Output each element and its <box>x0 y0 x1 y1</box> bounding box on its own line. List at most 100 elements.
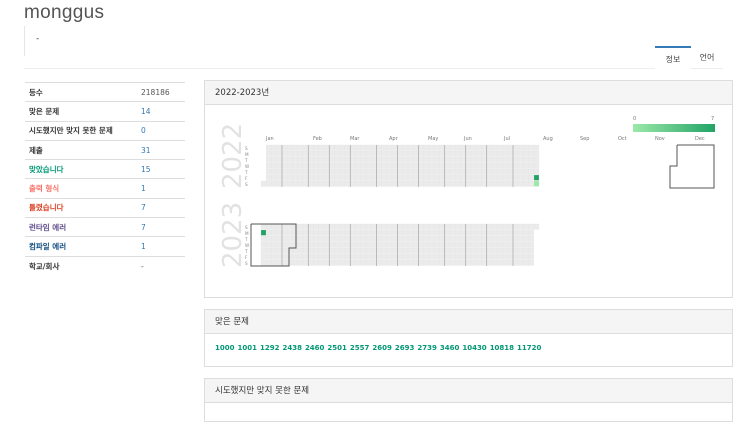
heatmap-day-cell <box>297 144 303 151</box>
heatmap-day-cell <box>423 241 429 248</box>
heatmap-day-cell <box>444 150 450 157</box>
heatmap-day-cell <box>512 235 519 242</box>
heatmap-day-cell <box>491 156 498 163</box>
heatmap-day-cell <box>507 229 513 236</box>
heatmap-day-cell <box>313 259 319 266</box>
heatmap-day-cell <box>460 162 466 169</box>
stats-value[interactable]: 1 <box>137 178 185 199</box>
heatmap-day-cell <box>413 180 419 187</box>
heatmap-day-cell <box>528 247 534 254</box>
heatmap-day-cell <box>449 174 456 181</box>
problem-link[interactable]: 11720 <box>517 344 541 352</box>
heatmap-day-cell <box>523 241 529 248</box>
heatmap-day-cell <box>460 150 466 157</box>
heatmap-day-cell <box>455 156 461 163</box>
problem-link[interactable]: 2693 <box>395 344 414 352</box>
heatmap-day-cell <box>266 162 272 169</box>
heatmap-day-cell <box>318 156 324 163</box>
heatmap-day-cell <box>281 235 288 242</box>
heatmap-day-cell <box>318 223 324 230</box>
problem-link[interactable]: 1001 <box>237 344 256 352</box>
heatmap-day-cell <box>470 156 477 163</box>
heatmap-day-cell <box>418 235 424 242</box>
heatmap-day-cell <box>444 259 450 266</box>
heatmap-day-cell <box>313 156 319 163</box>
heatmap-day-cell <box>292 150 298 157</box>
heatmap-day-cell <box>423 168 429 175</box>
heatmap-day-cell <box>402 229 408 236</box>
stats-value[interactable]: 7 <box>137 217 185 237</box>
heatmap-day-cell <box>386 144 393 151</box>
problem-link[interactable]: 1000 <box>215 344 234 352</box>
heatmap-day-cell <box>523 150 529 157</box>
heatmap-day-cell <box>266 168 272 175</box>
heatmap-day-cell <box>323 168 330 175</box>
stats-key: 맞았습니다 <box>25 159 137 179</box>
heatmap-weekday-label: S <box>245 225 248 230</box>
stats-value[interactable]: 7 <box>137 197 185 218</box>
heatmap-day-cell <box>528 156 534 163</box>
heatmap-day-cell <box>287 174 293 181</box>
problem-link[interactable]: 10818 <box>490 344 514 352</box>
heatmap-day-cell <box>497 259 503 266</box>
problem-link[interactable]: 3460 <box>440 344 459 352</box>
problem-link[interactable]: 2609 <box>372 344 391 352</box>
heatmap-day-cell <box>323 223 330 230</box>
heatmap-day-cell <box>339 168 345 175</box>
heatmap-day-cell <box>350 259 356 266</box>
heatmap-day-cell <box>334 150 340 157</box>
heatmap-day-cell <box>276 174 282 181</box>
heatmap-day-cell <box>476 150 482 157</box>
tab-info[interactable]: 정보 <box>655 46 691 69</box>
heatmap-day-cell <box>350 241 356 248</box>
heatmap-day-cell <box>334 259 340 266</box>
problem-link[interactable]: 10430 <box>462 344 486 352</box>
heatmap-day-cell <box>392 150 398 157</box>
heatmap-month-label: Jul <box>503 136 510 142</box>
heatmap-day-cell <box>423 150 429 157</box>
stats-value[interactable]: 0 <box>137 120 185 141</box>
problem-link[interactable]: 1292 <box>260 344 279 352</box>
heatmap-day-cell <box>313 253 319 260</box>
heatmap-day-cell <box>465 168 471 175</box>
heatmap-day-cell <box>439 223 445 230</box>
heatmap-day-cell <box>329 162 335 169</box>
heatmap-day-cell <box>344 162 351 169</box>
stats-row: 맞은 문제 14 <box>25 101 185 122</box>
heatmap-day-cell <box>413 144 419 151</box>
heatmap-day-cell <box>491 162 498 169</box>
heatmap-day-cell <box>323 253 330 260</box>
stats-value[interactable]: 14 <box>137 101 185 122</box>
problem-link[interactable]: 2460 <box>305 344 324 352</box>
heatmap-day-cell <box>350 223 356 230</box>
problem-link[interactable]: 2739 <box>417 344 436 352</box>
problem-link[interactable]: 2438 <box>282 344 301 352</box>
heatmap-day-cell <box>313 144 319 151</box>
heatmap-day-cell <box>455 247 461 254</box>
heatmap-day-cell <box>355 144 361 151</box>
problem-link[interactable]: 2557 <box>350 344 369 352</box>
heatmap-day-cell <box>313 150 319 157</box>
problem-link[interactable]: 2501 <box>327 344 346 352</box>
status-message-text: - <box>36 34 40 44</box>
failed-panel: 시도했지만 맞지 못한 문제 <box>204 378 733 422</box>
heatmap-day-cell <box>281 162 288 169</box>
tab-language[interactable]: 언어 <box>691 46 723 69</box>
heatmap-day-cell <box>465 144 471 151</box>
heatmap-day-cell <box>292 229 298 236</box>
heatmap-day-cell <box>302 174 309 181</box>
heatmap-day-cell <box>491 235 498 242</box>
stats-value[interactable]: 15 <box>137 159 185 179</box>
heatmap-day-cell <box>276 253 282 260</box>
heatmap-day-cell <box>497 168 503 175</box>
heatmap-day-cell <box>308 229 314 236</box>
heatmap-day-cell <box>355 223 361 230</box>
stats-value[interactable]: 31 <box>137 139 185 160</box>
heatmap-day-cell <box>313 235 319 242</box>
heatmap-day-cell <box>302 150 309 157</box>
stats-value[interactable]: 1 <box>137 236 185 257</box>
heatmap-day-cell <box>271 247 277 254</box>
heatmap-day-cell <box>365 174 372 181</box>
stats-table: 등수 218186 맞은 문제 14 시도했지만 맞지 못한 문제 0 제출 31 맞았습니다 1… <box>25 81 185 276</box>
heatmap-day-cell <box>418 162 424 169</box>
